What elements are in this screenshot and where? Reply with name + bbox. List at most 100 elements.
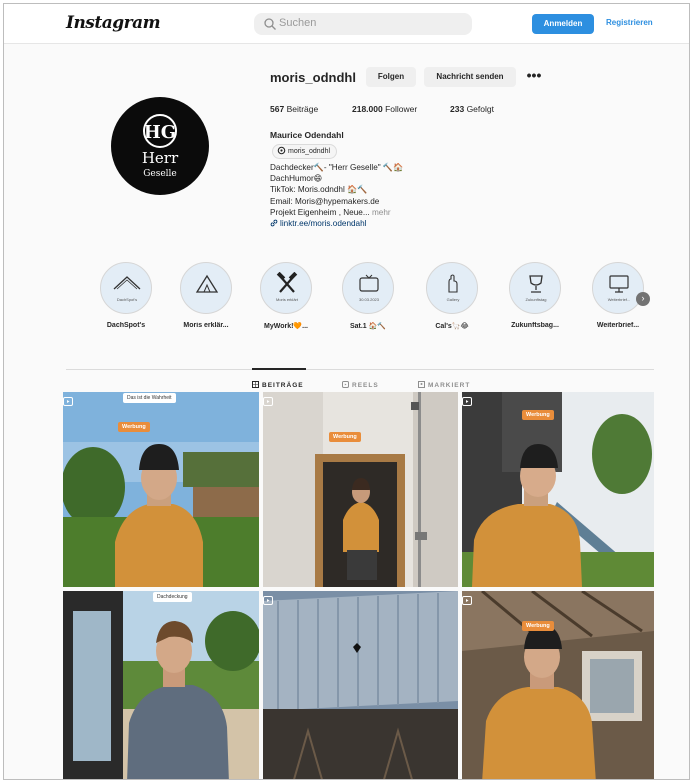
stat-posts-label: Beiträge (286, 104, 319, 114)
post-tile[interactable]: Werbung (462, 392, 654, 587)
ad-tag: Werbung (118, 422, 150, 432)
reel-icon (462, 596, 472, 605)
svg-text:Herr: Herr (142, 149, 179, 167)
profile-full-name: Maurice Odendahl (270, 130, 344, 140)
threads-handle-text: moris_odndhl (288, 148, 331, 155)
bio-link-text: linktr.ee/moris.odendahl (280, 219, 367, 229)
highlight-cover-caption: Gallery (446, 297, 460, 302)
send-message-button[interactable]: Nachricht senden (424, 67, 516, 87)
post-tile[interactable] (263, 591, 458, 779)
search-input[interactable]: Suchen (254, 13, 472, 35)
stat-followers[interactable]: 218.000 Follower (352, 104, 417, 114)
active-tab-indicator (252, 368, 306, 370)
highlight-cover: 30.03.2023 (342, 262, 394, 314)
profile-bio: Dachdecker🔨- "Herr Geselle" 🔨🏠 DachHumor… (270, 162, 403, 229)
story-highlight[interactable]: DachSpot's DachSpot's (95, 262, 157, 329)
hammer-icon (276, 272, 298, 293)
roof-icon (113, 276, 141, 290)
tab-tagged[interactable]: MARKIERT (418, 381, 470, 389)
highlights-next-button[interactable]: › (636, 292, 650, 306)
bio-line: Email: Moris@hypemakers.de (270, 196, 380, 206)
highlight-label: MyWork!🧡... (264, 323, 308, 330)
threads-handle-badge[interactable]: moris_odndhl (272, 144, 338, 159)
highlight-cover-caption: DachSpot's (116, 297, 138, 302)
highlight-cover: Moris erklärt (260, 262, 312, 314)
ad-tag: Werbung (329, 432, 361, 442)
bio-line: Projekt Eigenheim , Neue... mehr (270, 207, 403, 218)
story-highlight[interactable]: Moris erklärt MyWork!🧡... (255, 262, 317, 330)
post-caption-overlay: Das ist die Wahrheit (123, 393, 176, 403)
stat-followers-label: Follower (385, 104, 418, 114)
highlight-cover: DachSpot's (100, 262, 152, 314)
stat-following-value: 233 (450, 104, 465, 114)
login-button[interactable]: Anmelden (532, 14, 594, 34)
story-highlight[interactable]: Moris erklär... (175, 262, 237, 329)
highlight-label: DachSpot's (106, 322, 146, 329)
search-icon (264, 18, 276, 30)
reel-icon (63, 397, 73, 406)
story-highlight[interactable]: Zukunftstag Zukunftsbag... (504, 262, 566, 329)
story-highlight[interactable]: Gallery Cal's🦙😂 (421, 262, 483, 330)
story-highlight[interactable]: 30.03.2023 Sat.1 🏠🔨 (337, 262, 399, 330)
search-placeholder: Suchen (279, 17, 317, 29)
tab-tagged-label: MARKIERT (428, 382, 471, 389)
post-tile[interactable]: Das ist die Wahrheit Werbung (63, 392, 259, 587)
highlight-cover-caption: Moris erklärt (275, 297, 298, 302)
stat-posts-value: 567 (270, 104, 285, 114)
tv-icon (359, 274, 379, 292)
tab-posts[interactable]: BEITRÄGE (252, 381, 304, 389)
follow-button[interactable]: Folgen (366, 67, 416, 87)
post-photo (263, 392, 458, 587)
tab-reels-label: REELS (352, 382, 379, 389)
bio-line: Dachdecker🔨- "Herr Geselle" 🔨🏠 (270, 163, 404, 172)
post-tile[interactable]: Dachdeckung (63, 591, 259, 779)
instagram-logo[interactable]: Instagram (66, 13, 161, 33)
reels-icon (342, 381, 349, 388)
bio-line: TikTok: Moris.odndhl 🏠🔨 (270, 185, 368, 195)
highlight-cover-caption: 30.03.2023 (358, 297, 380, 302)
highlight-cover (180, 262, 232, 314)
link-icon (270, 219, 278, 227)
profile-avatar[interactable]: HG Herr Geselle (111, 97, 209, 195)
post-tile[interactable]: Werbung (263, 392, 458, 587)
highlight-label: Zukunftsbag... (511, 322, 559, 329)
post-photo (462, 392, 654, 587)
post-photo (63, 392, 259, 587)
highlight-label: Sat.1 🏠🔨 (349, 323, 387, 330)
bio-line-text: Projekt Eigenheim , Neue... (270, 207, 372, 217)
tab-reels[interactable]: REELS (342, 381, 379, 389)
profile-username: moris_odndhl (270, 70, 356, 85)
grid-icon (252, 381, 259, 388)
post-tile[interactable]: Werbung (462, 591, 654, 779)
highlight-cover-caption: Zukunftstag (525, 297, 547, 302)
highlight-label: Cal's🦙😂 (435, 323, 469, 330)
register-link[interactable]: Registrieren (606, 18, 653, 27)
bio-line: DachHumor😄 (270, 174, 323, 184)
stat-followers-value: 218.000 (352, 104, 383, 114)
post-caption-overlay: Dachdeckung (153, 592, 192, 602)
highlight-cover: Zukunftstag (509, 262, 561, 314)
top-navigation-bar: Instagram Suchen Anmelden Registrieren (4, 4, 689, 44)
computer-icon (609, 275, 629, 293)
svg-text:Geselle: Geselle (143, 169, 177, 179)
post-photo (263, 591, 458, 779)
tab-posts-label: BEITRÄGE (262, 382, 304, 389)
reel-icon (263, 397, 273, 406)
more-options-icon[interactable]: ••• (524, 67, 544, 87)
stat-following-label: Gefolgt (466, 104, 494, 114)
tabs-divider (66, 369, 654, 370)
chevron-right-icon: › (641, 293, 645, 303)
bio-more-link[interactable]: mehr (372, 208, 391, 217)
reel-icon (462, 397, 472, 406)
tagged-icon (418, 381, 425, 388)
trophy-icon (529, 275, 543, 293)
threads-icon (277, 146, 286, 155)
post-photo (462, 591, 654, 779)
hand-icon (448, 274, 458, 293)
stat-posts: 567 Beiträge (270, 104, 318, 114)
svg-text:HG: HG (144, 122, 176, 143)
stat-following[interactable]: 233 Gefolgt (450, 104, 494, 114)
bio-external-link[interactable]: linktr.ee/moris.odendahl (270, 218, 403, 229)
highlight-label: Weiterbrief... (596, 322, 640, 329)
herr-geselle-logo-icon: HG Herr Geselle (142, 114, 179, 179)
